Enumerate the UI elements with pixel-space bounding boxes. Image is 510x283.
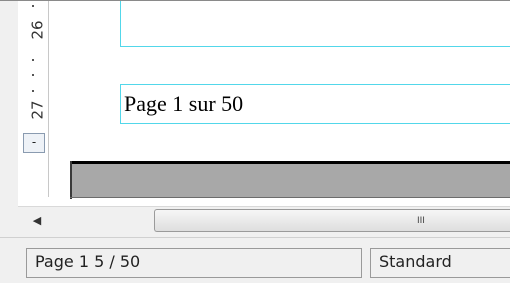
- ruler-tick: [32, 5, 34, 7]
- footer-text[interactable]: Page 1 sur 50: [124, 91, 243, 117]
- scrollbar-grip-icon: III: [417, 216, 425, 226]
- document-background: [70, 164, 510, 198]
- ruler-tick: [32, 90, 34, 92]
- status-page-count[interactable]: Page 1 5 / 50: [26, 248, 362, 278]
- ruler-collapse-button[interactable]: -: [23, 133, 45, 153]
- scroll-left-arrow-icon[interactable]: ◀: [28, 210, 46, 232]
- ruler-tick: [32, 74, 34, 76]
- ruler-mark-27: 27: [28, 100, 47, 120]
- page-shadow-line: [70, 161, 72, 199]
- vertical-ruler: 26 27: [18, 1, 49, 197]
- document-bottom-border: [70, 197, 510, 198]
- scrollbar-thumb[interactable]: III: [154, 209, 510, 232]
- text-boundary-top: [120, 1, 510, 47]
- status-page-style[interactable]: Standard: [370, 248, 510, 278]
- ruler-tick: [32, 59, 34, 61]
- ruler-mark-26: 26: [28, 20, 47, 40]
- ruler-left-margin: [0, 1, 18, 237]
